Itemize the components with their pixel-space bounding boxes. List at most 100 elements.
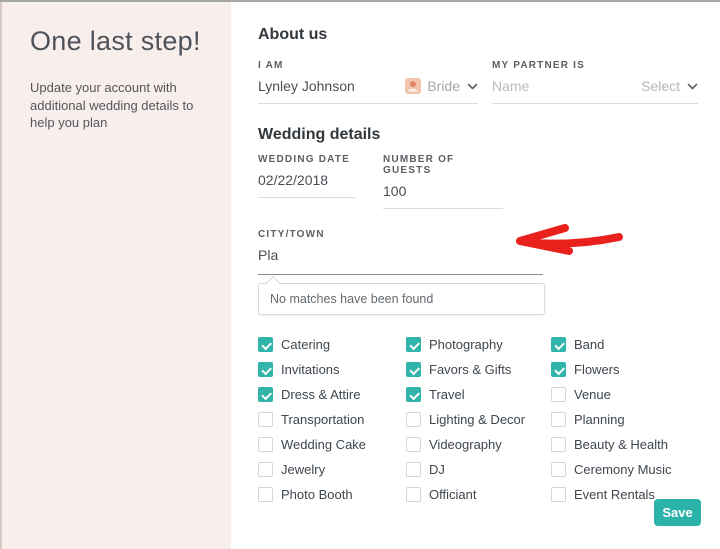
services-grid: Catering Photography Band Invitations Fa…	[258, 337, 700, 502]
service-checkbox-label: Officiant	[429, 487, 476, 502]
service-checkbox[interactable]	[406, 412, 421, 427]
service-checkbox-label: Event Rentals	[574, 487, 655, 502]
service-checkbox[interactable]	[406, 437, 421, 452]
about-fields-row: I AM Bride	[258, 60, 700, 104]
service-checkbox[interactable]	[551, 462, 566, 477]
service-ceremony-music[interactable]: Ceremony Music	[551, 462, 700, 477]
service-lighting-decor[interactable]: Lighting & Decor	[406, 412, 551, 427]
service-checkbox-label: Beauty & Health	[574, 437, 668, 452]
guests-label: NUMBER OF GUESTS	[383, 154, 503, 176]
partner-role-select[interactable]: Select	[641, 78, 698, 94]
service-transportation[interactable]: Transportation	[258, 412, 406, 427]
service-checkbox[interactable]	[551, 337, 566, 352]
service-checkbox-label: Jewelry	[281, 462, 325, 477]
service-checkbox[interactable]	[551, 412, 566, 427]
service-favors-gifts[interactable]: Favors & Gifts	[406, 362, 551, 377]
service-wedding-cake[interactable]: Wedding Cake	[258, 437, 406, 452]
sidebar-heading: One last step!	[30, 26, 203, 57]
partner-label: MY PARTNER IS	[492, 60, 698, 71]
service-photo-booth[interactable]: Photo Booth	[258, 487, 406, 502]
service-checkbox-label: Transportation	[281, 412, 364, 427]
service-venue[interactable]: Venue	[551, 387, 700, 402]
save-button[interactable]: Save	[654, 499, 701, 526]
partner-field: MY PARTNER IS Select	[492, 60, 698, 104]
my-name-input[interactable]	[258, 78, 368, 94]
main-content: About us I AM Bride	[231, 2, 720, 549]
my-role-select[interactable]: Bride	[405, 78, 478, 94]
city-town-input[interactable]	[258, 247, 543, 263]
service-checkbox-label: Ceremony Music	[574, 462, 672, 477]
i-am-control: Bride	[258, 71, 478, 104]
wedding-date-control	[258, 165, 355, 198]
partner-control: Select	[492, 71, 698, 104]
service-checkbox-label: Wedding Cake	[281, 437, 366, 452]
wedding-date-input[interactable]	[258, 172, 355, 188]
i-am-label: I AM	[258, 60, 478, 71]
service-checkbox[interactable]	[551, 487, 566, 502]
service-jewelry[interactable]: Jewelry	[258, 462, 406, 477]
wedding-date-label: WEDDING DATE	[258, 154, 355, 165]
account-details-modal: One last step! Update your account with …	[0, 0, 720, 549]
service-travel[interactable]: Travel	[406, 387, 551, 402]
service-checkbox[interactable]	[258, 462, 273, 477]
wedding-fields-row: WEDDING DATE NUMBER OF GUESTS	[258, 154, 700, 209]
service-checkbox-label: Band	[574, 337, 604, 352]
service-checkbox[interactable]	[406, 362, 421, 377]
service-checkbox[interactable]	[258, 337, 273, 352]
service-officiant[interactable]: Officiant	[406, 487, 551, 502]
chevron-down-icon	[467, 83, 478, 90]
service-checkbox-label: Videography	[429, 437, 502, 452]
service-planning[interactable]: Planning	[551, 412, 700, 427]
dropdown-notch	[266, 276, 280, 290]
about-us-heading: About us	[258, 26, 700, 44]
service-videography[interactable]: Videography	[406, 437, 551, 452]
service-flowers[interactable]: Flowers	[551, 362, 700, 377]
city-town-field: CITY/TOWN	[258, 229, 543, 275]
service-checkbox[interactable]	[258, 362, 273, 377]
city-town-label: CITY/TOWN	[258, 229, 543, 240]
guests-field: NUMBER OF GUESTS	[383, 154, 503, 209]
partner-name-input[interactable]	[492, 78, 602, 94]
my-role-value: Bride	[427, 78, 460, 94]
service-checkbox-label: Photo Booth	[281, 487, 353, 502]
service-dress-attire[interactable]: Dress & Attire	[258, 387, 406, 402]
chevron-down-icon	[687, 83, 698, 90]
service-checkbox[interactable]	[551, 362, 566, 377]
service-checkbox[interactable]	[258, 412, 273, 427]
service-checkbox-label: Favors & Gifts	[429, 362, 511, 377]
service-dj[interactable]: DJ	[406, 462, 551, 477]
service-checkbox-label: Travel	[429, 387, 465, 402]
service-checkbox-label: Invitations	[281, 362, 340, 377]
service-checkbox[interactable]	[406, 487, 421, 502]
service-photography[interactable]: Photography	[406, 337, 551, 352]
service-checkbox[interactable]	[551, 437, 566, 452]
service-checkbox[interactable]	[551, 387, 566, 402]
autocomplete-dropdown[interactable]: No matches have been found	[258, 283, 545, 315]
service-checkbox[interactable]	[406, 462, 421, 477]
service-catering[interactable]: Catering	[258, 337, 406, 352]
service-checkbox-label: Dress & Attire	[281, 387, 360, 402]
service-band[interactable]: Band	[551, 337, 700, 352]
city-town-section: CITY/TOWN No matches have been found	[258, 229, 700, 315]
service-checkbox-label: Venue	[574, 387, 611, 402]
sidebar: One last step! Update your account with …	[0, 2, 231, 549]
i-am-field: I AM Bride	[258, 60, 478, 104]
service-checkbox[interactable]	[258, 387, 273, 402]
sidebar-description: Update your account with additional wedd…	[30, 79, 202, 132]
service-checkbox-label: Planning	[574, 412, 625, 427]
service-checkbox-label: Photography	[429, 337, 503, 352]
guests-control	[383, 176, 503, 209]
service-checkbox-label: Catering	[281, 337, 330, 352]
service-checkbox[interactable]	[258, 437, 273, 452]
service-checkbox[interactable]	[406, 387, 421, 402]
service-checkbox[interactable]	[258, 487, 273, 502]
no-matches-message: No matches have been found	[270, 292, 433, 306]
service-invitations[interactable]: Invitations	[258, 362, 406, 377]
city-town-control	[258, 240, 543, 275]
service-beauty-health[interactable]: Beauty & Health	[551, 437, 700, 452]
service-checkbox[interactable]	[406, 337, 421, 352]
wedding-details-heading: Wedding details	[258, 126, 700, 144]
guests-input[interactable]	[383, 183, 503, 199]
bride-icon	[405, 78, 421, 94]
service-checkbox-label: DJ	[429, 462, 445, 477]
